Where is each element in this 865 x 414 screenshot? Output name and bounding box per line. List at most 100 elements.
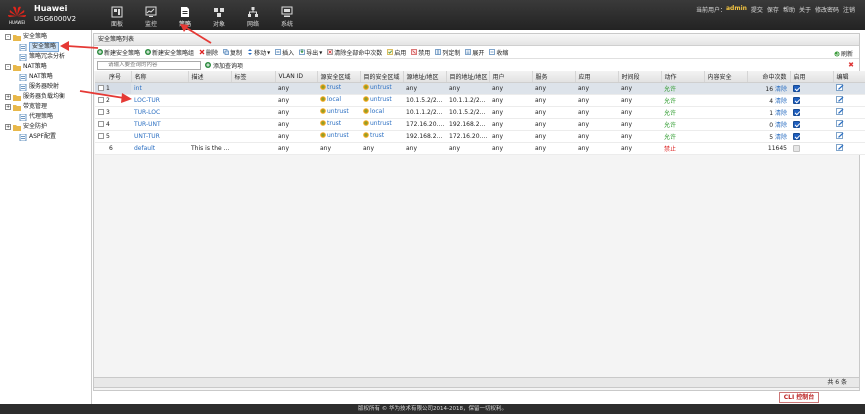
zone-link[interactable]: untrust — [363, 96, 392, 103]
clear-hits-link[interactable]: 清除 — [775, 110, 787, 117]
edit-icon[interactable] — [836, 131, 844, 139]
move-button[interactable]: 移动 ▼ — [247, 48, 270, 57]
policy-name-link[interactable]: LOC-TUR — [134, 97, 160, 104]
row-checkbox[interactable] — [98, 85, 104, 91]
col-header[interactable]: 描述 — [188, 71, 232, 83]
logout-link[interactable]: 注销 — [843, 5, 855, 14]
enable-checkbox[interactable] — [793, 96, 800, 104]
zone-link[interactable]: untrust — [320, 108, 349, 115]
policy-name-link[interactable]: int — [134, 85, 142, 92]
edit-icon[interactable] — [836, 107, 844, 115]
col-header[interactable]: 时间段 — [618, 71, 662, 83]
refresh-button[interactable]: 刷新 — [834, 49, 853, 58]
enable-checkbox[interactable] — [793, 84, 800, 92]
disable-button[interactable]: 禁用 — [411, 48, 430, 57]
expand-icon[interactable]: + — [5, 94, 11, 100]
row-checkbox[interactable] — [98, 109, 104, 115]
col-header[interactable]: 编辑 — [833, 71, 865, 83]
tree-nat-policy[interactable]: NAT策略 — [0, 72, 91, 82]
zone-link[interactable]: local — [320, 96, 341, 103]
col-header[interactable]: 应用 — [575, 71, 619, 83]
table-row[interactable]: 5 UNT-TUR any untrust trust 192.168.20.0/...1… — [95, 130, 865, 143]
zone-link[interactable]: trust — [320, 120, 341, 127]
col-header[interactable]: 命中次数 — [747, 71, 791, 83]
clear-hits-button[interactable]: 清除全部命中次数 — [327, 48, 382, 57]
tree-proxy-policy[interactable]: 代理策略 — [0, 112, 91, 122]
row-checkbox[interactable] — [98, 133, 104, 139]
edit-icon[interactable] — [836, 95, 844, 103]
policy-name-link[interactable]: TUR-UNT — [134, 121, 161, 128]
tree-nat-group[interactable]: - NAT策略 — [0, 62, 91, 72]
row-checkbox[interactable] — [98, 121, 104, 127]
expand-icon[interactable]: + — [5, 124, 11, 130]
nav-network[interactable]: 网络 — [236, 2, 270, 30]
insert-button[interactable]: 插入 — [275, 48, 294, 57]
nav-monitor[interactable]: 监控 — [134, 2, 168, 30]
clear-hits-link[interactable]: 清除 — [775, 98, 787, 105]
zone-link[interactable]: local — [363, 108, 384, 115]
about-link[interactable]: 关于 — [799, 5, 811, 14]
new-policy-button[interactable]: 新建安全策略 — [97, 48, 140, 57]
table-row[interactable]: 4 TUR-UNT any trust untrust 172.16.20.0/... 19… — [95, 118, 865, 131]
policy-name-link[interactable]: default — [134, 145, 155, 152]
enable-checkbox[interactable] — [793, 108, 800, 116]
enable-button[interactable]: 启用 — [387, 48, 406, 57]
col-header[interactable]: 源安全区域 — [317, 71, 361, 83]
col-header[interactable]: 目的安全区域 — [360, 71, 404, 83]
nav-policy[interactable]: 策略 — [168, 2, 202, 30]
zone-link[interactable]: untrust — [320, 132, 349, 139]
edit-icon[interactable] — [836, 83, 844, 91]
collapse-icon[interactable]: - — [5, 64, 11, 70]
tree-server-mapping[interactable]: 服务器映射 — [0, 82, 91, 92]
change-password-link[interactable]: 修改密码 — [815, 5, 839, 14]
help-link[interactable]: 帮助 — [783, 5, 795, 14]
col-header[interactable]: 序号 — [95, 71, 132, 83]
zone-link[interactable]: untrust — [363, 120, 392, 127]
policy-name-link[interactable]: UNT-TUR — [134, 133, 160, 140]
edit-icon[interactable] — [836, 143, 844, 151]
enable-checkbox[interactable] — [793, 132, 800, 140]
clear-hits-link[interactable]: 清除 — [775, 122, 787, 129]
nav-system[interactable]: 系统 — [270, 2, 304, 30]
nav-dashboard[interactable]: 面板 — [100, 2, 134, 30]
close-search-icon[interactable]: ✖ — [848, 61, 854, 69]
col-header[interactable]: 用户 — [489, 71, 533, 83]
expand-all-button[interactable]: 展开 — [465, 48, 484, 57]
save-link[interactable]: 保存 — [767, 5, 779, 14]
zone-link[interactable]: trust — [363, 132, 384, 139]
copy-button[interactable]: 复制 — [223, 48, 242, 57]
tree-server-lb-group[interactable]: + 服务器负载均衡 — [0, 92, 91, 102]
tree-security-policy[interactable]: 安全策略 — [0, 42, 91, 52]
table-row[interactable]: 2 LOC-TUR any local untrust 10.1.5.2/255... 10… — [95, 94, 865, 107]
clear-hits-link[interactable]: 清除 — [775, 134, 787, 141]
tree-security-policy-group[interactable]: - 安全策略 — [0, 32, 91, 42]
col-header[interactable]: 启用 — [790, 71, 834, 83]
col-header[interactable]: VLAN ID — [275, 71, 318, 83]
zone-link[interactable]: untrust — [363, 84, 392, 91]
tree-policy-redundancy[interactable]: 策略冗余分析 — [0, 52, 91, 62]
nav-object[interactable]: 对象 — [202, 2, 236, 30]
export-button[interactable]: 导出 ▼ — [299, 48, 322, 57]
collapse-all-button[interactable]: 收缩 — [489, 48, 508, 57]
col-header[interactable]: 标签 — [231, 71, 276, 83]
col-header[interactable]: 目的地址/地区 — [446, 71, 490, 83]
cli-console-button[interactable]: CLI 控制台 — [779, 392, 819, 403]
add-query-button[interactable]: 添加查询项 — [205, 61, 243, 70]
edit-icon[interactable] — [836, 119, 844, 127]
expand-icon[interactable]: + — [5, 104, 11, 110]
col-header[interactable]: 服务 — [532, 71, 576, 83]
col-header[interactable]: 源地址/地区 — [403, 71, 447, 83]
col-header[interactable]: 内容安全 — [704, 71, 748, 83]
clear-hits-link[interactable]: 清除 — [775, 86, 787, 93]
tree-bandwidth-group[interactable]: + 带宽管理 — [0, 102, 91, 112]
col-header[interactable]: 名称 — [131, 71, 189, 83]
commit-link[interactable]: 提交 — [751, 5, 763, 14]
new-group-button[interactable]: 新建安全策略组 — [145, 48, 194, 57]
tree-aspf-config[interactable]: ASPF配置 — [0, 132, 91, 142]
table-row[interactable]: 6defaultThis is the de...anyanyanyanyany… — [95, 142, 865, 155]
collapse-icon[interactable]: - — [5, 34, 11, 40]
row-checkbox[interactable] — [98, 97, 104, 103]
delete-button[interactable]: 删除 — [199, 48, 218, 57]
enable-checkbox[interactable] — [793, 120, 800, 128]
table-row[interactable]: 3 TUR-LOC any untrust local 10.1.1.2/255... 10… — [95, 106, 865, 119]
